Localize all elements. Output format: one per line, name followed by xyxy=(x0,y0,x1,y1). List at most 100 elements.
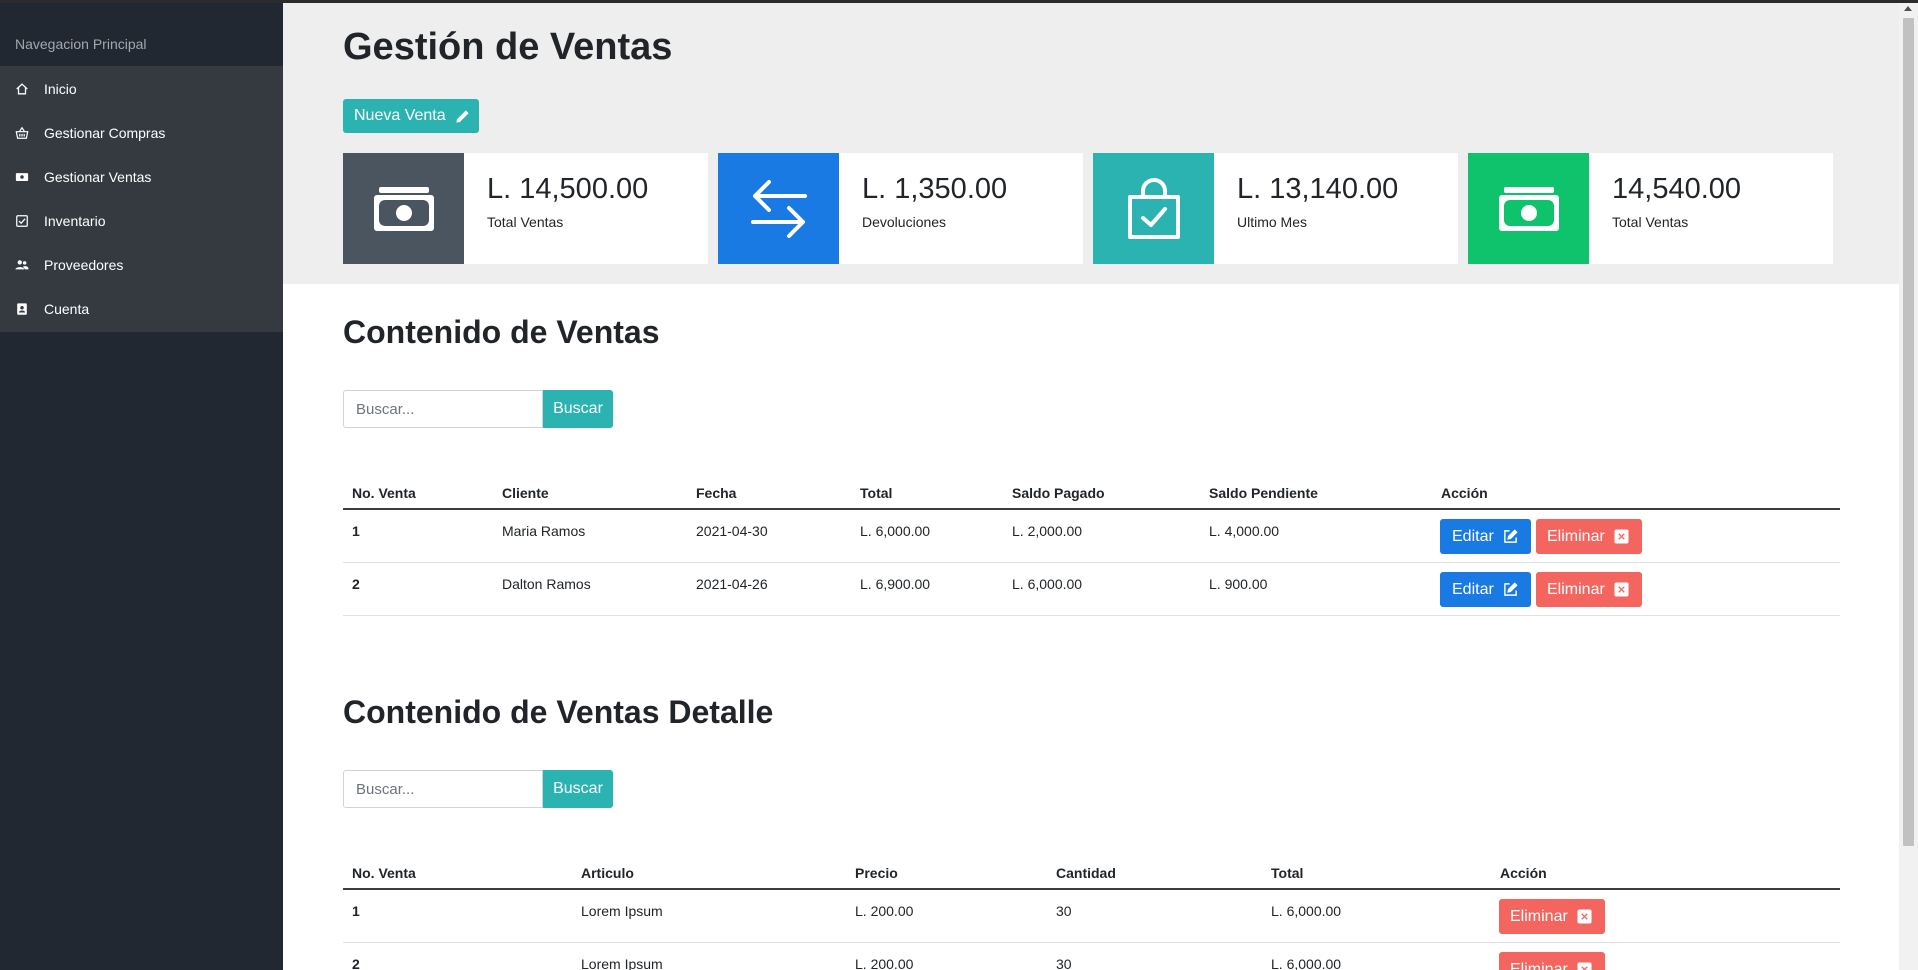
sidebar-item-cuenta[interactable]: Cuenta xyxy=(0,287,283,331)
detalle-search-input[interactable] xyxy=(343,770,543,808)
detalle-search-button[interactable]: Buscar xyxy=(543,770,613,808)
column-header: Saldo Pendiente xyxy=(1209,485,1318,501)
stat-value: L. 14,500.00 xyxy=(487,173,649,205)
sidebar-item-label: Gestionar Compras xyxy=(44,125,166,141)
edit-icon xyxy=(1503,582,1518,596)
checklist-icon xyxy=(15,214,29,228)
delete-button-label: Eliminar xyxy=(1547,580,1605,598)
cell-no-venta: 2 xyxy=(352,956,360,970)
stat-label: Ultimo Mes xyxy=(1237,214,1308,230)
ventas-table: No. Venta Cliente Fecha Total Saldo Paga… xyxy=(343,482,1840,616)
stat-value: L. 13,140.00 xyxy=(1237,173,1399,205)
stat-icon-tile xyxy=(1093,153,1214,264)
cell-saldo-pagado: L. 6,000.00 xyxy=(1012,576,1083,592)
table-row: 2 Lorem Ipsum L. 200.00 30 L. 6,000.00 E… xyxy=(343,943,1840,970)
sidebar: Navegacion Principal Inicio Gestionar Co… xyxy=(0,0,283,970)
sidebar-item-label: Inicio xyxy=(44,81,77,97)
cell-total: L. 6,900.00 xyxy=(860,576,931,592)
sidebar-item-gestionar-compras[interactable]: Gestionar Compras xyxy=(0,111,283,155)
column-header: Fecha xyxy=(696,485,737,501)
cell-articulo: Lorem Ipsum xyxy=(581,903,663,919)
sidebar-item-label: Inventario xyxy=(44,213,106,229)
cell-cliente: Dalton Ramos xyxy=(502,576,591,592)
cell-no-venta: 2 xyxy=(352,576,360,592)
table-header: No. Venta Articulo Precio Cantidad Total… xyxy=(343,862,1840,890)
sidebar-item-inventario[interactable]: Inventario xyxy=(0,199,283,243)
cell-cliente: Maria Ramos xyxy=(502,523,586,539)
stat-icon-tile xyxy=(343,153,464,264)
page-title: Gestión de Ventas xyxy=(343,26,673,68)
table-header: No. Venta Cliente Fecha Total Saldo Paga… xyxy=(343,482,1840,510)
users-icon xyxy=(15,258,29,272)
close-box-icon xyxy=(1614,529,1629,544)
edit-button-label: Editar xyxy=(1452,527,1494,545)
ventas-search-button[interactable]: Buscar xyxy=(543,390,613,428)
section-title-ventas: Contenido de Ventas xyxy=(343,314,660,350)
stat-label: Total Ventas xyxy=(1612,214,1689,230)
delete-button[interactable]: Eliminar xyxy=(1499,952,1605,970)
cell-no-venta: 1 xyxy=(352,523,360,539)
stat-icon-tile xyxy=(718,153,839,264)
stat-card-total-ventas: L. 14,500.00 Total Ventas xyxy=(343,153,708,264)
delete-button[interactable]: Eliminar xyxy=(1499,899,1605,934)
scroll-up-arrow-icon[interactable] xyxy=(1904,6,1912,11)
sidebar-item-label: Gestionar Ventas xyxy=(44,169,152,185)
cell-cantidad: 30 xyxy=(1056,956,1072,970)
sidebar-item-label: Cuenta xyxy=(44,301,90,317)
cell-total: L. 6,000.00 xyxy=(860,523,931,539)
pencil-icon xyxy=(456,109,469,123)
sidebar-item-proveedores[interactable]: Proveedores xyxy=(0,243,283,287)
stat-label: Total Ventas xyxy=(487,214,564,230)
new-sale-button-label: Nueva Venta xyxy=(354,107,446,124)
stat-icon-tile xyxy=(1468,153,1589,264)
close-box-icon xyxy=(1577,909,1592,924)
stat-card-ultimo-mes: L. 13,140.00 Ultimo Mes xyxy=(1093,153,1458,264)
shopping-bag-check-icon xyxy=(1127,177,1180,239)
window-top-border xyxy=(0,0,1918,3)
delete-button-label: Eliminar xyxy=(1547,527,1605,545)
stat-label: Devoluciones xyxy=(862,214,947,230)
sidebar-item-inicio[interactable]: Inicio xyxy=(0,67,283,111)
cell-total: L. 6,000.00 xyxy=(1271,903,1342,919)
column-header: Acción xyxy=(1500,865,1547,881)
table-row: 1 Maria Ramos 2021-04-30 L. 6,000.00 L. … xyxy=(343,510,1840,563)
cell-precio: L. 200.00 xyxy=(855,903,914,919)
money-icon xyxy=(15,170,29,184)
column-header: Articulo xyxy=(581,865,634,881)
new-sale-button[interactable]: Nueva Venta xyxy=(343,99,479,133)
delete-button[interactable]: Eliminar xyxy=(1536,572,1642,607)
cell-saldo-pagado: L. 2,000.00 xyxy=(1012,523,1083,539)
column-header: Saldo Pagado xyxy=(1012,485,1105,501)
sidebar-item-gestionar-ventas[interactable]: Gestionar Ventas xyxy=(0,155,283,199)
cell-fecha: 2021-04-26 xyxy=(696,576,768,592)
section-title-detalle: Contenido de Ventas Detalle xyxy=(343,694,774,730)
ventas-search: Buscar xyxy=(343,390,613,428)
table-row: 1 Lorem Ipsum L. 200.00 30 L. 6,000.00 E… xyxy=(343,890,1840,943)
stat-value: 14,540.00 xyxy=(1612,173,1742,205)
cell-saldo-pendiente: L. 900.00 xyxy=(1209,576,1268,592)
column-header: Precio xyxy=(855,865,898,881)
cell-precio: L. 200.00 xyxy=(855,956,914,970)
cell-total: L. 6,000.00 xyxy=(1271,956,1342,970)
home-icon xyxy=(15,82,29,96)
close-box-icon xyxy=(1614,582,1629,597)
scrollbar-thumb[interactable] xyxy=(1903,18,1914,846)
delete-button-label: Eliminar xyxy=(1510,907,1568,925)
detalle-table: No. Venta Articulo Precio Cantidad Total… xyxy=(343,862,1840,970)
delete-button[interactable]: Eliminar xyxy=(1536,519,1642,554)
contact-icon xyxy=(15,302,29,316)
stat-card-devoluciones: L. 1,350.00 Devoluciones xyxy=(718,153,1083,264)
column-header: Cliente xyxy=(502,485,549,501)
delete-button-label: Eliminar xyxy=(1510,960,1568,970)
close-box-icon xyxy=(1577,962,1592,970)
cell-fecha: 2021-04-30 xyxy=(696,523,768,539)
edit-button[interactable]: Editar xyxy=(1440,572,1531,607)
ventas-search-input[interactable] xyxy=(343,390,543,428)
edit-button-label: Editar xyxy=(1452,580,1494,598)
detalle-search: Buscar xyxy=(343,770,613,808)
cash-icon xyxy=(373,186,434,231)
column-header: Cantidad xyxy=(1056,865,1116,881)
cell-articulo: Lorem Ipsum xyxy=(581,956,663,970)
edit-button[interactable]: Editar xyxy=(1440,519,1531,554)
column-header: Total xyxy=(1271,865,1304,881)
